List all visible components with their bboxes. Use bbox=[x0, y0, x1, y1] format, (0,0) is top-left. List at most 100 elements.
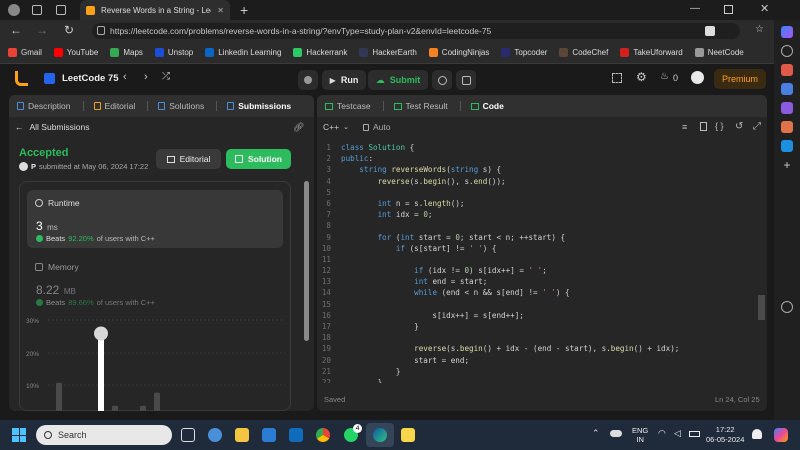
format-icon[interactable]: ≡ bbox=[682, 122, 687, 132]
debug-button[interactable] bbox=[298, 70, 318, 90]
tab-test-result[interactable]: Test Result bbox=[393, 101, 448, 111]
browser-tab-active[interactable]: Reverse Words in a String - Leet ✕ bbox=[80, 0, 230, 20]
outlook-icon[interactable] bbox=[781, 140, 793, 152]
volume-icon[interactable]: ◁ bbox=[674, 428, 681, 439]
battery-icon[interactable] bbox=[689, 431, 700, 437]
runtime-distribution-chart[interactable]: 30% 20% 10% bbox=[20, 318, 290, 411]
timer-button[interactable] bbox=[432, 70, 452, 90]
bookmark-item[interactable]: Unstop bbox=[154, 48, 193, 57]
tab-editorial[interactable]: Editorial bbox=[93, 101, 135, 111]
copilot-taskbar-icon[interactable] bbox=[774, 428, 788, 442]
bookmark-icon[interactable] bbox=[700, 122, 707, 131]
minimize-window-icon[interactable]: — bbox=[690, 3, 700, 14]
code-line[interactable]: 2 public: bbox=[317, 153, 757, 164]
code-line[interactable]: 8 bbox=[317, 220, 757, 231]
notes-button[interactable] bbox=[456, 70, 476, 90]
chart-bar[interactable] bbox=[140, 405, 146, 411]
bookmark-item[interactable]: Gmail bbox=[8, 48, 42, 57]
editorial-button[interactable]: Editorial bbox=[156, 149, 221, 169]
reset-icon[interactable]: ↺ bbox=[735, 121, 743, 132]
collections-icon[interactable] bbox=[32, 5, 42, 15]
solution-button[interactable]: Solution bbox=[226, 149, 291, 169]
code-line[interactable]: 6 int n = s.length(); bbox=[317, 198, 757, 209]
search-sidebar-icon[interactable] bbox=[781, 45, 793, 57]
memory-card[interactable]: Memory 8.22 MB Beats 89.66% of users wit… bbox=[27, 254, 283, 312]
file-explorer-icon[interactable] bbox=[235, 428, 249, 442]
onedrive-icon[interactable] bbox=[610, 430, 622, 437]
bookmark-item[interactable]: TakeUforward bbox=[620, 48, 683, 57]
premium-button[interactable]: Premium bbox=[714, 69, 766, 89]
code-line[interactable]: 4 reverse(s.begin(), s.end()); bbox=[317, 176, 757, 187]
language-select[interactable]: C++ ⌄ bbox=[323, 122, 349, 132]
code-line[interactable]: 12 if (idx != 0) s[idx++] = ' '; bbox=[317, 265, 757, 276]
edge-icon[interactable] bbox=[373, 428, 387, 442]
taskbar-search[interactable]: Search bbox=[36, 425, 172, 445]
next-problem-icon[interactable]: › bbox=[144, 71, 148, 83]
maximize-window-icon[interactable] bbox=[724, 5, 733, 14]
code-line[interactable]: 5 bbox=[317, 187, 757, 198]
shopping-icon[interactable] bbox=[781, 64, 793, 76]
braces-icon[interactable]: { } bbox=[715, 121, 724, 131]
chart-bar[interactable] bbox=[154, 392, 160, 411]
bookmark-item[interactable]: CodingNinjas bbox=[428, 48, 489, 57]
mail-icon[interactable] bbox=[262, 428, 276, 442]
code-line[interactable]: 13 int end = start; bbox=[317, 276, 757, 287]
sidebar-settings-icon[interactable] bbox=[781, 301, 793, 313]
close-tab-icon[interactable]: ✕ bbox=[217, 6, 224, 15]
bookmark-item[interactable]: Maps bbox=[110, 48, 143, 57]
code-line[interactable]: 21 } bbox=[317, 366, 757, 377]
extension-icon[interactable] bbox=[705, 26, 715, 36]
code-line[interactable]: 15 bbox=[317, 299, 757, 310]
shuffle-icon[interactable]: ⤮ bbox=[162, 71, 170, 82]
close-window-icon[interactable]: ✕ bbox=[760, 2, 769, 15]
tab-testcase[interactable]: Testcase bbox=[325, 101, 371, 111]
code-line[interactable]: 9 for (int start = 0; start < n; ++start… bbox=[317, 232, 757, 243]
code-line[interactable]: 22 } bbox=[317, 377, 757, 383]
code-line[interactable]: 11 bbox=[317, 254, 757, 265]
outlook-taskbar-icon[interactable] bbox=[289, 428, 303, 442]
copilot-icon[interactable] bbox=[781, 26, 793, 38]
share-link-icon[interactable]: 🔗︎ bbox=[293, 122, 304, 133]
forward-arrow-icon[interactable]: → bbox=[36, 23, 48, 37]
all-submissions-link[interactable]: ← All Submissions bbox=[15, 122, 90, 132]
tab-code[interactable]: Code bbox=[470, 101, 504, 111]
code-line[interactable]: 16 s[idx++] = s[end++]; bbox=[317, 310, 757, 321]
chart-bar[interactable] bbox=[112, 405, 118, 411]
code-line[interactable]: 14 while (end < n && s[end] != ' ') { bbox=[317, 287, 757, 298]
bookmark-item[interactable]: Hackerrank bbox=[293, 48, 347, 57]
auto-mode-toggle[interactable]: Auto bbox=[363, 122, 391, 132]
tray-chevron-icon[interactable]: ⌃ bbox=[592, 428, 600, 439]
settings-gear-icon[interactable]: ⚙ bbox=[636, 70, 647, 84]
code-editor[interactable]: 1 class Solution {2 public: 3 string revers… bbox=[317, 142, 757, 383]
code-line[interactable]: 1 class Solution { bbox=[317, 142, 757, 153]
avatar[interactable] bbox=[691, 71, 704, 84]
wifi-icon[interactable]: ◠ bbox=[658, 428, 666, 439]
notifications-icon[interactable] bbox=[752, 429, 762, 439]
task-view-icon[interactable] bbox=[181, 428, 195, 442]
add-sidebar-icon[interactable]: + bbox=[781, 159, 793, 171]
code-line[interactable]: 10 if (s[start] != ' ') { bbox=[317, 243, 757, 254]
chart-bar-highlighted[interactable] bbox=[98, 336, 104, 412]
code-line[interactable]: 20 start = end; bbox=[317, 355, 757, 366]
code-line[interactable]: 7 int idx = 0; bbox=[317, 209, 757, 220]
code-line[interactable]: 17 } bbox=[317, 321, 757, 332]
windows-start-icon[interactable] bbox=[12, 428, 26, 442]
browser-profile-icon[interactable] bbox=[8, 4, 20, 16]
chrome-icon[interactable] bbox=[316, 428, 330, 442]
study-plan-title[interactable]: LeetCode 75 bbox=[62, 73, 119, 84]
user-marker-avatar[interactable] bbox=[94, 326, 108, 341]
new-tab-icon[interactable]: + bbox=[240, 2, 248, 18]
bookmark-item[interactable]: Linkedin Learning bbox=[205, 48, 281, 57]
code-line[interactable]: 3 string reverseWords(string s) { bbox=[317, 164, 757, 175]
tab-solutions[interactable]: Solutions bbox=[158, 101, 204, 111]
games-icon[interactable] bbox=[781, 102, 793, 114]
office-icon[interactable] bbox=[781, 121, 793, 133]
back-arrow-icon[interactable]: ← bbox=[10, 23, 22, 37]
sticky-notes-icon[interactable] bbox=[401, 428, 415, 442]
bookmark-item[interactable]: YouTube bbox=[53, 48, 98, 57]
runtime-card[interactable]: Runtime 3 ms Beats 92.20% of users with … bbox=[27, 190, 283, 248]
clock[interactable]: 17:22 06-05-2024 bbox=[706, 425, 744, 445]
layout-grid-icon[interactable] bbox=[612, 73, 622, 83]
leetcode-logo-icon[interactable] bbox=[15, 71, 28, 86]
bookmark-item[interactable]: Topcoder bbox=[501, 48, 547, 57]
